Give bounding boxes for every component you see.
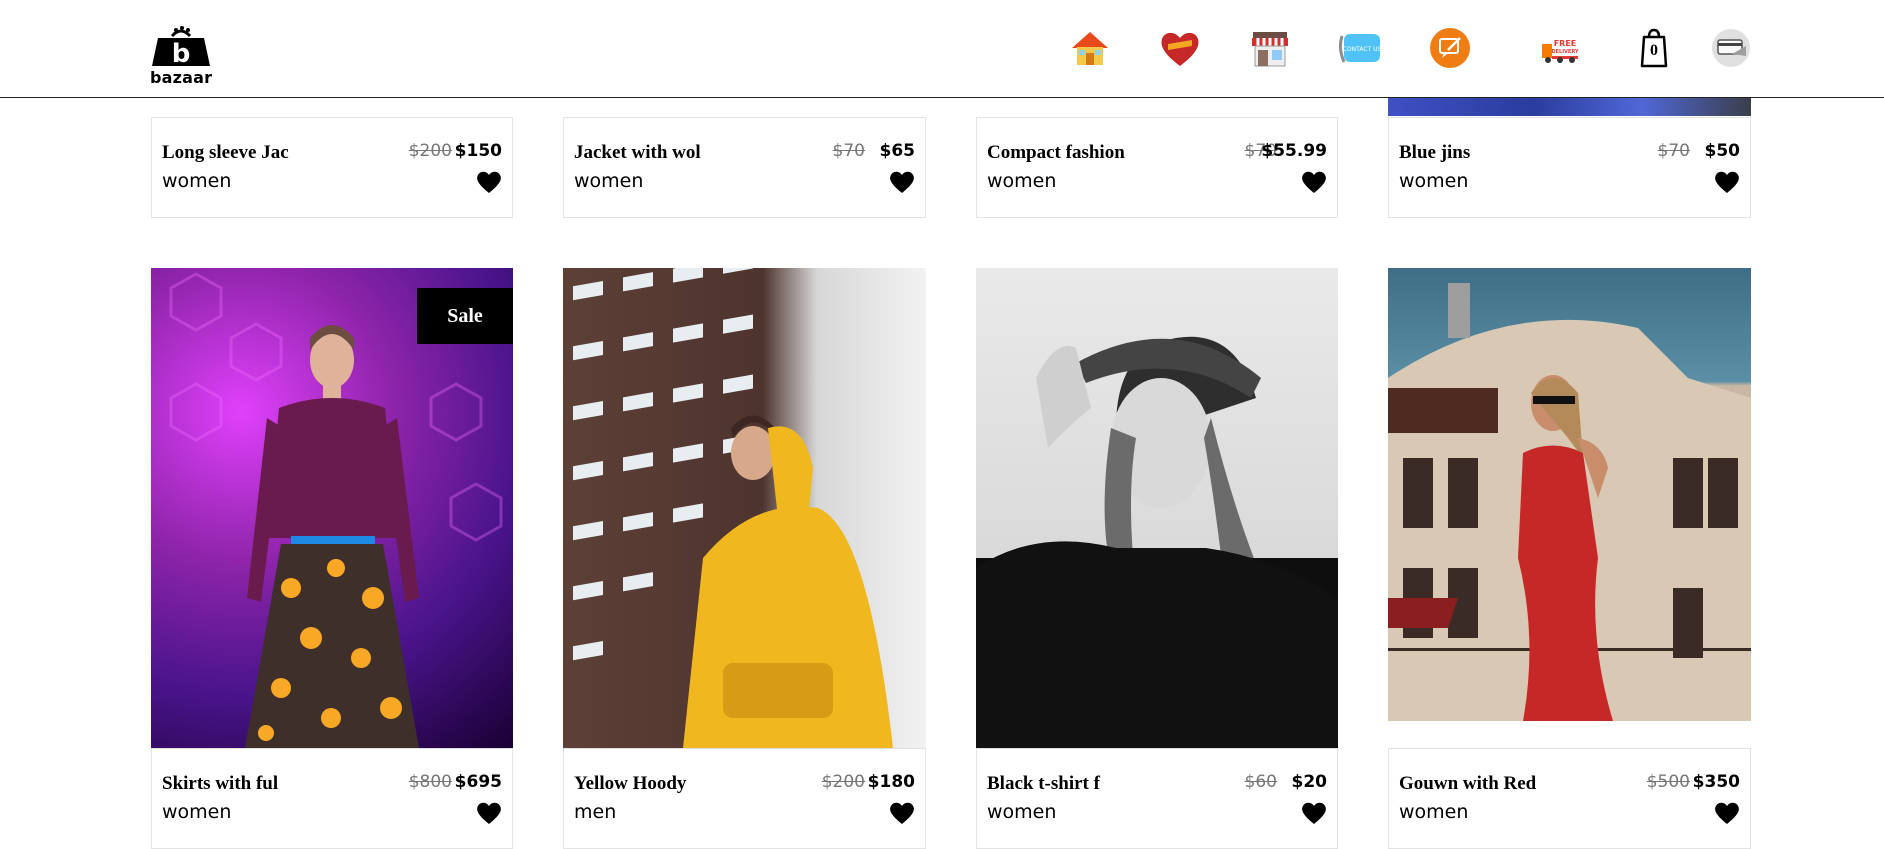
product-image[interactable]: Sale xyxy=(151,268,513,748)
product-name[interactable]: Compact fashion xyxy=(987,142,1125,164)
free-delivery-icon[interactable]: FREE DELIVERY xyxy=(1538,26,1586,70)
product-category: women xyxy=(162,170,232,192)
product-category: women xyxy=(1399,801,1469,823)
cart-count: 0 xyxy=(1650,42,1658,59)
price: $695 xyxy=(454,772,502,792)
product-name[interactable]: Yellow Hoody xyxy=(574,773,686,795)
old-price: $500 xyxy=(1646,772,1690,792)
product-category: women xyxy=(162,801,232,823)
heart-icon[interactable] xyxy=(476,170,502,194)
product-card[interactable]: Long sleeve Jac women $200 $150 xyxy=(151,117,513,218)
product-card[interactable]: Jacket with wol women $70 $65 xyxy=(563,117,926,218)
old-price: $70 xyxy=(832,141,865,161)
svg-text:FREE: FREE xyxy=(1554,39,1577,48)
product-card[interactable]: Skirts with ful women $800 $695 xyxy=(151,748,513,849)
product-category: women xyxy=(987,170,1057,192)
model-illustration xyxy=(976,336,1338,748)
product-card[interactable]: Blue jins women $70 $50 xyxy=(1388,117,1751,218)
old-price: $800 xyxy=(408,772,452,792)
heart-icon[interactable] xyxy=(889,170,915,194)
product-name[interactable]: Skirts with ful xyxy=(162,773,278,795)
old-price: $70 xyxy=(1657,141,1690,161)
product-image[interactable] xyxy=(563,268,926,748)
sale-badge: Sale xyxy=(417,288,513,344)
product-category: women xyxy=(1399,170,1469,192)
price: $20 xyxy=(1291,772,1328,792)
model-illustration xyxy=(1388,283,1751,721)
old-price: $200 xyxy=(408,141,452,161)
product-image[interactable] xyxy=(1388,268,1751,721)
product-card[interactable]: Black t-shirt f women $60 $20 xyxy=(976,748,1338,849)
product-image[interactable] xyxy=(1388,97,1751,116)
price: $50 xyxy=(1704,141,1741,161)
user-card-icon[interactable] xyxy=(1710,26,1752,70)
brand-name: bazaar xyxy=(150,68,213,87)
price: $350 xyxy=(1692,772,1740,792)
heart-icon[interactable] xyxy=(1714,801,1740,825)
home-icon[interactable] xyxy=(1068,26,1112,70)
heart-icon[interactable] xyxy=(1714,170,1740,194)
old-price: $200 xyxy=(821,772,865,792)
site-header: b bazaar CONTACT US FREE DELIVERY 0 xyxy=(0,0,1884,98)
bazaar-logo[interactable]: b bazaar xyxy=(150,12,213,87)
product-image[interactable] xyxy=(976,268,1338,748)
model-illustration xyxy=(573,268,893,748)
heart-icon[interactable] xyxy=(889,801,915,825)
heart-icon[interactable] xyxy=(1301,801,1327,825)
price: $150 xyxy=(454,141,502,161)
shopping-bag-logo-icon: b xyxy=(152,26,210,66)
chat-icon[interactable] xyxy=(1428,26,1472,70)
heart-icon[interactable] xyxy=(476,801,502,825)
product-card[interactable]: Gouwn with Red women $500 $350 xyxy=(1388,748,1751,849)
store-icon[interactable] xyxy=(1248,26,1292,70)
product-card[interactable]: Yellow Hoody men $200 $180 xyxy=(563,748,926,849)
product-name[interactable]: Gouwn with Red xyxy=(1399,773,1536,795)
old-price: $60 xyxy=(1244,772,1277,792)
product-category: women xyxy=(987,801,1057,823)
price: $55.99 xyxy=(1261,141,1327,161)
product-name[interactable]: Long sleeve Jac xyxy=(162,142,289,164)
contact-us-icon[interactable]: CONTACT US xyxy=(1338,26,1382,70)
product-category: men xyxy=(574,801,617,823)
svg-text:DELIVERY: DELIVERY xyxy=(1551,49,1578,55)
svg-text:b: b xyxy=(172,39,191,66)
product-name[interactable]: Black t-shirt f xyxy=(987,773,1100,795)
svg-text:CONTACT US: CONTACT US xyxy=(1343,46,1382,53)
product-card[interactable]: Compact fashion women $70 $55.99 xyxy=(976,117,1338,218)
product-category: women xyxy=(574,170,644,192)
price: $65 xyxy=(879,141,916,161)
cart-icon[interactable]: 0 xyxy=(1638,26,1670,70)
product-name[interactable]: Jacket with wol xyxy=(574,142,701,164)
heart-favorites-icon[interactable] xyxy=(1158,26,1202,70)
price: $180 xyxy=(867,772,915,792)
heart-icon[interactable] xyxy=(1301,170,1327,194)
product-name[interactable]: Blue jins xyxy=(1399,142,1470,164)
